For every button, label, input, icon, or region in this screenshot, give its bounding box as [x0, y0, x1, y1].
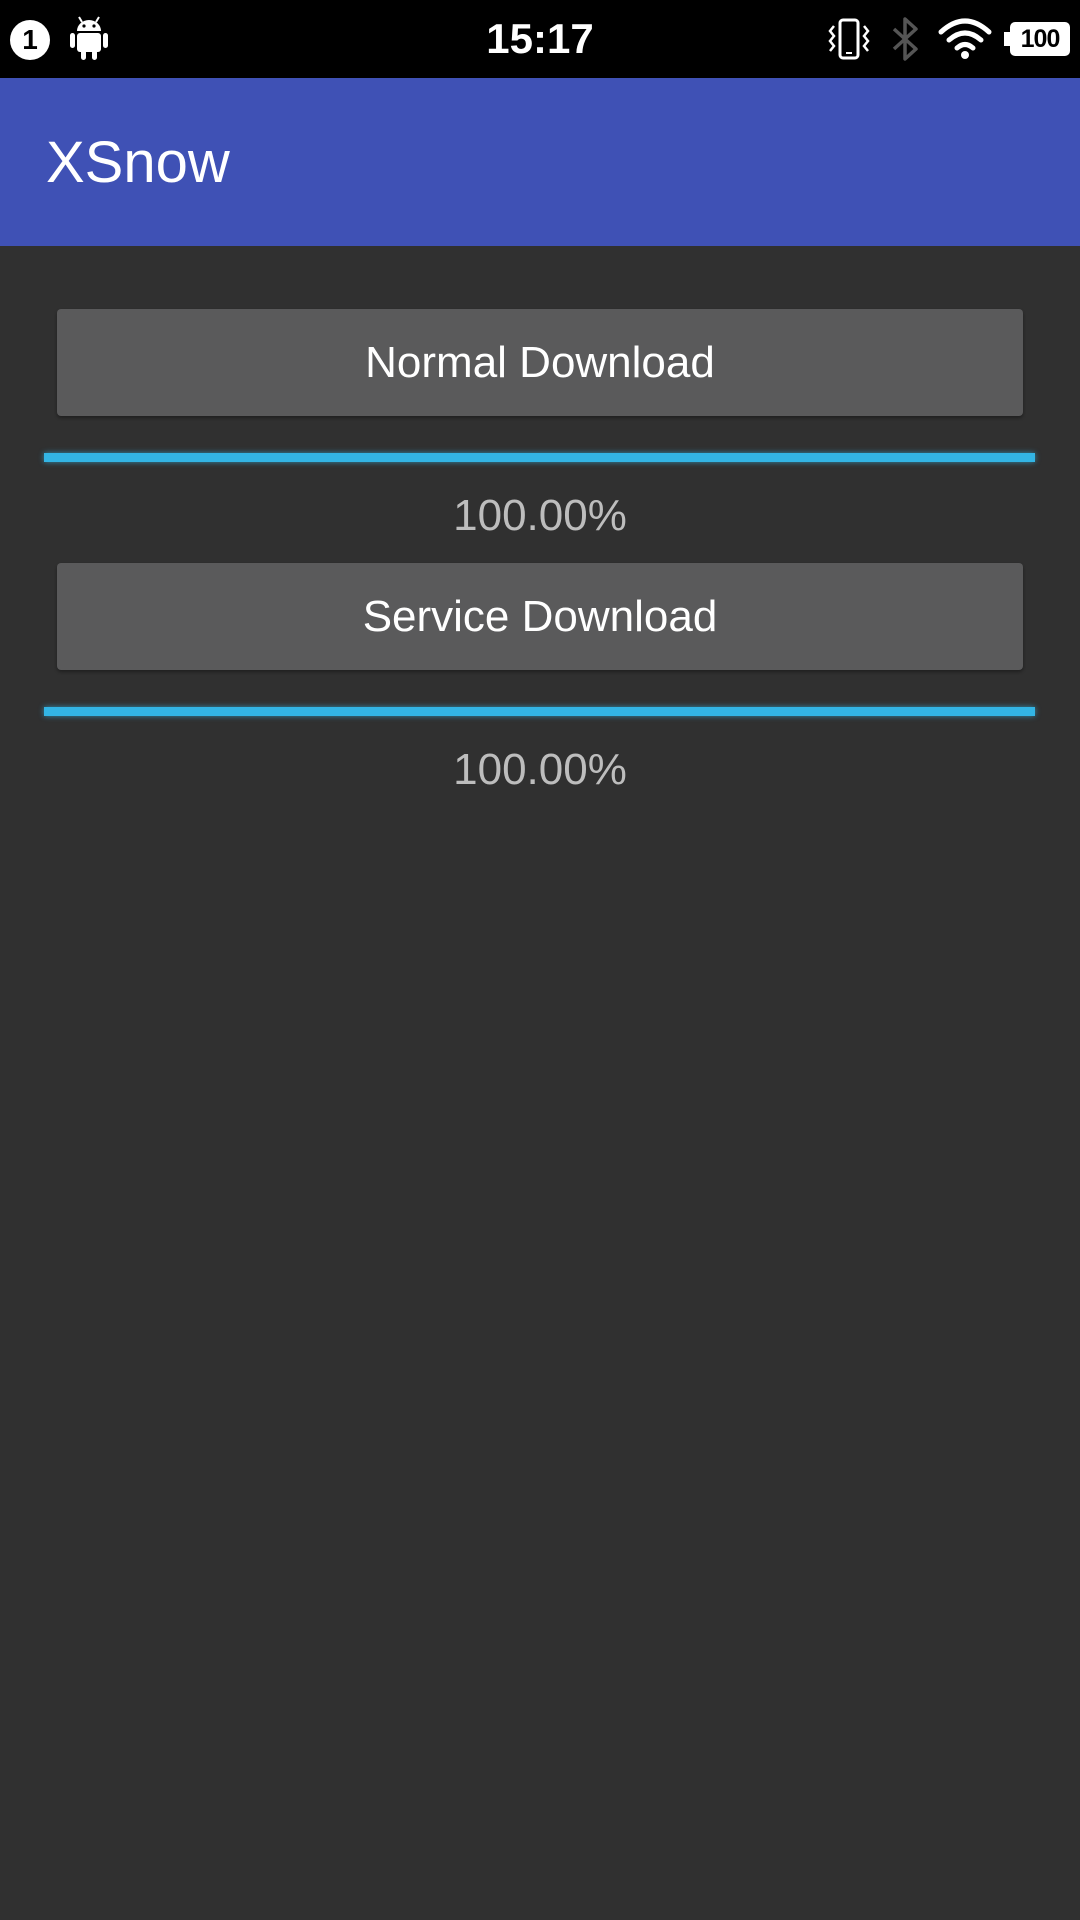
battery-level: 100 [1010, 22, 1070, 56]
app-title: XSnow [46, 129, 230, 195]
normal-download-percent: 100.00% [453, 491, 627, 540]
status-bar: 1 15:17 100 [0, 0, 1080, 78]
battery-icon: 100 [1004, 22, 1072, 56]
bluetooth-icon [892, 17, 918, 61]
vibrate-icon [828, 18, 870, 60]
service-download-progress-fill [44, 707, 1035, 716]
normal-download-button[interactable]: Normal Download [57, 309, 1023, 416]
service-download-percent: 100.00% [453, 745, 627, 794]
app-bar: XSnow [0, 78, 1080, 246]
normal-download-progress-fill [44, 453, 1035, 462]
wifi-icon [938, 18, 992, 59]
service-download-progress-bar [44, 707, 1035, 716]
service-download-button[interactable]: Service Download [57, 563, 1023, 670]
normal-download-progress-bar [44, 453, 1035, 462]
